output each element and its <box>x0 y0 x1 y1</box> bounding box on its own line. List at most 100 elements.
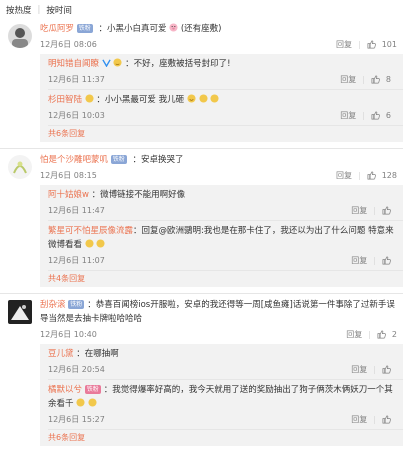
like-count: 101 <box>381 39 397 49</box>
emoji-icon <box>113 58 122 67</box>
comment-time: 12月6日 08:06 <box>40 39 97 49</box>
fan-badge: 铁粉 <box>84 385 101 394</box>
comment-line: 吃瓜阿罗 铁粉 ：小黑小白真可爱 (还有座敷) <box>40 22 403 36</box>
thumbs-up-icon[interactable] <box>377 330 386 339</box>
comment-meta: 12月6日 08:06 回复 | 101 <box>40 36 403 52</box>
reply-button[interactable]: 回复 <box>351 205 367 216</box>
like-count: 128 <box>381 170 397 180</box>
emoji-icon <box>88 398 97 407</box>
more-replies-link[interactable]: 共4条回复 <box>48 270 403 284</box>
verified-v-icon <box>102 59 111 67</box>
emoji-icon <box>198 94 208 103</box>
reply-text: ：在哪抽啊 <box>76 349 119 359</box>
reply-list: 阿十姑娘w ：微博链接不能用啊好像 12月6日 11:47 回复 | 繁星可不怕… <box>40 185 403 287</box>
reply-username[interactable]: 阿十姑娘w <box>48 190 89 200</box>
comment-divider <box>0 148 403 149</box>
sort-time-tab[interactable]: 按时间 <box>46 4 72 16</box>
comment-text: ：小黑小白真可爱 <box>98 24 167 34</box>
comment-text: ：安卓换哭了 <box>132 155 184 165</box>
reply-button[interactable]: 回复 <box>336 170 352 181</box>
thumbs-up-icon[interactable] <box>382 256 391 265</box>
fan-badge: 铁粉 <box>68 300 85 309</box>
action-divider: | <box>373 364 376 374</box>
emoji-icon <box>187 94 196 103</box>
action-divider: | <box>358 170 361 180</box>
sort-hot-tab[interactable]: 按热度 <box>6 4 32 16</box>
emoji-icon <box>210 94 219 103</box>
comment-item: 刮杂滚 铁粉 ：恭喜百闻榜ios开服啦，安卓的我还得等一周[咸鱼瘫]话说第一件事除… <box>0 298 403 446</box>
emoji-icon <box>96 239 105 248</box>
action-divider: | <box>368 329 371 339</box>
action-divider: | <box>373 205 376 215</box>
reply-item: 阿十姑娘w ：微博链接不能用啊好像 12月6日 11:47 回复 | <box>48 188 403 218</box>
avatar[interactable] <box>8 24 32 48</box>
reply-item: 明知错自闻瞭 ：不好，座敷被括号封印了! 12月6日 11:37 回复 | 8 <box>48 57 403 87</box>
comment-actions: 回复 | 101 <box>336 39 397 50</box>
comment-divider <box>0 293 403 294</box>
comment-text: ：恭喜百闻榜ios开服啦，安卓的我还得等一周[咸鱼瘫]话说第一件事除了过新手误导… <box>40 300 395 324</box>
more-replies-link[interactable]: 共6条回复 <box>48 125 403 139</box>
reply-list: 豆儿黛 ：在哪抽啊 12月6日 20:54 回复 | 橘默以兮 铁粉 ：我觉得爆率… <box>40 344 403 446</box>
sort-separator: | <box>37 5 41 15</box>
like-count: 8 <box>385 74 391 84</box>
sort-bar: 按热度 | 按时间 <box>0 0 403 20</box>
reply-button[interactable]: 回复 <box>351 255 367 266</box>
reply-button[interactable]: 回复 <box>346 329 362 340</box>
action-divider: | <box>362 110 365 120</box>
fan-badge: 铁粉 <box>76 24 93 33</box>
reply-button[interactable]: 回复 <box>351 364 367 375</box>
emoji-icon <box>85 239 94 248</box>
comment-time: 12月6日 08:15 <box>40 170 97 180</box>
thumbs-up-icon[interactable] <box>367 40 376 49</box>
reply-item: 橘默以兮 铁粉 ：我觉得爆率好高的，我今天就用了送的奖励抽出了狗子俩茨木俩妖刀一个… <box>48 379 403 427</box>
fan-badge: 铁粉 <box>110 155 127 164</box>
reply-button[interactable]: 回复 <box>340 110 356 121</box>
comment-time: 12月6日 10:40 <box>40 329 97 339</box>
comment-item: 怕是个沙雕吧蒙叽 铁粉 ：安卓换哭了 12月6日 08:15 回复 | 128 … <box>0 153 403 294</box>
reply-text: ：不好，座敷被括号封印了! <box>125 59 231 69</box>
reply-item: 杉田智陆 ：小小黑最可爱 我儿砸 12月6日 10:03 回复 | 6 <box>48 89 403 123</box>
reply-username[interactable]: 杉田智陆 <box>48 95 82 105</box>
emoji-icon <box>76 398 85 407</box>
thumbs-up-icon[interactable] <box>382 206 391 215</box>
thumbs-up-icon[interactable] <box>371 75 380 84</box>
thumbs-up-icon[interactable] <box>371 111 380 120</box>
comment-username[interactable]: 怕是个沙雕吧蒙叽 <box>40 155 108 165</box>
reply-username[interactable]: 橘默以兮 <box>48 385 82 395</box>
comment-suffix: (还有座敷) <box>180 24 222 34</box>
reply-username[interactable]: 豆儿黛 <box>48 349 74 359</box>
emoji-icon <box>85 94 94 103</box>
reply-item: 繁星可不怕星辰像流露：回复@欧洲鶸明:我也是在那卡住了，我还以为出了什么问题 特… <box>48 220 403 268</box>
reply-time: 12月6日 11:47 <box>48 205 105 215</box>
comment-item: 吃瓜阿罗 铁粉 ：小黑小白真可爱 (还有座敷) 12月6日 08:06 回复 |… <box>0 22 403 149</box>
thumbs-up-icon[interactable] <box>367 171 376 180</box>
comment-username[interactable]: 吃瓜阿罗 <box>40 24 74 34</box>
reply-time: 12月6日 11:07 <box>48 255 105 265</box>
reply-button[interactable]: 回复 <box>340 74 356 85</box>
reply-username[interactable]: 繁星可不怕星辰像流露 <box>48 226 133 236</box>
action-divider: | <box>362 74 365 84</box>
reply-time: 12月6日 15:27 <box>48 414 105 424</box>
reply-username[interactable]: 明知错自闻瞭 <box>48 59 99 69</box>
reply-button[interactable]: 回复 <box>336 39 352 50</box>
action-divider: | <box>358 39 361 49</box>
reply-text: ：小小黑最可爱 我儿砸 <box>96 95 185 105</box>
more-replies-link[interactable]: 共6条回复 <box>48 429 403 443</box>
reply-list: 明知错自闻瞭 ：不好，座敷被括号封印了! 12月6日 11:37 回复 | 8 … <box>40 54 403 142</box>
reply-text: ：微博链接不能用啊好像 <box>91 190 186 200</box>
like-count: 2 <box>391 329 397 339</box>
action-divider: | <box>373 255 376 265</box>
pig-emoji-icon <box>169 23 178 32</box>
reply-item: 豆儿黛 ：在哪抽啊 12月6日 20:54 回复 | <box>48 347 403 377</box>
action-divider: | <box>373 414 376 424</box>
thumbs-up-icon[interactable] <box>382 415 391 424</box>
thumbs-up-icon[interactable] <box>382 365 391 374</box>
avatar[interactable] <box>8 155 32 179</box>
reply-time: 12月6日 10:03 <box>48 110 105 120</box>
like-count: 6 <box>385 110 391 120</box>
reply-time: 12月6日 11:37 <box>48 74 105 84</box>
comment-username[interactable]: 刮杂滚 <box>40 300 66 310</box>
reply-button[interactable]: 回复 <box>351 414 367 425</box>
avatar[interactable] <box>8 300 32 324</box>
reply-time: 12月6日 20:54 <box>48 364 105 374</box>
